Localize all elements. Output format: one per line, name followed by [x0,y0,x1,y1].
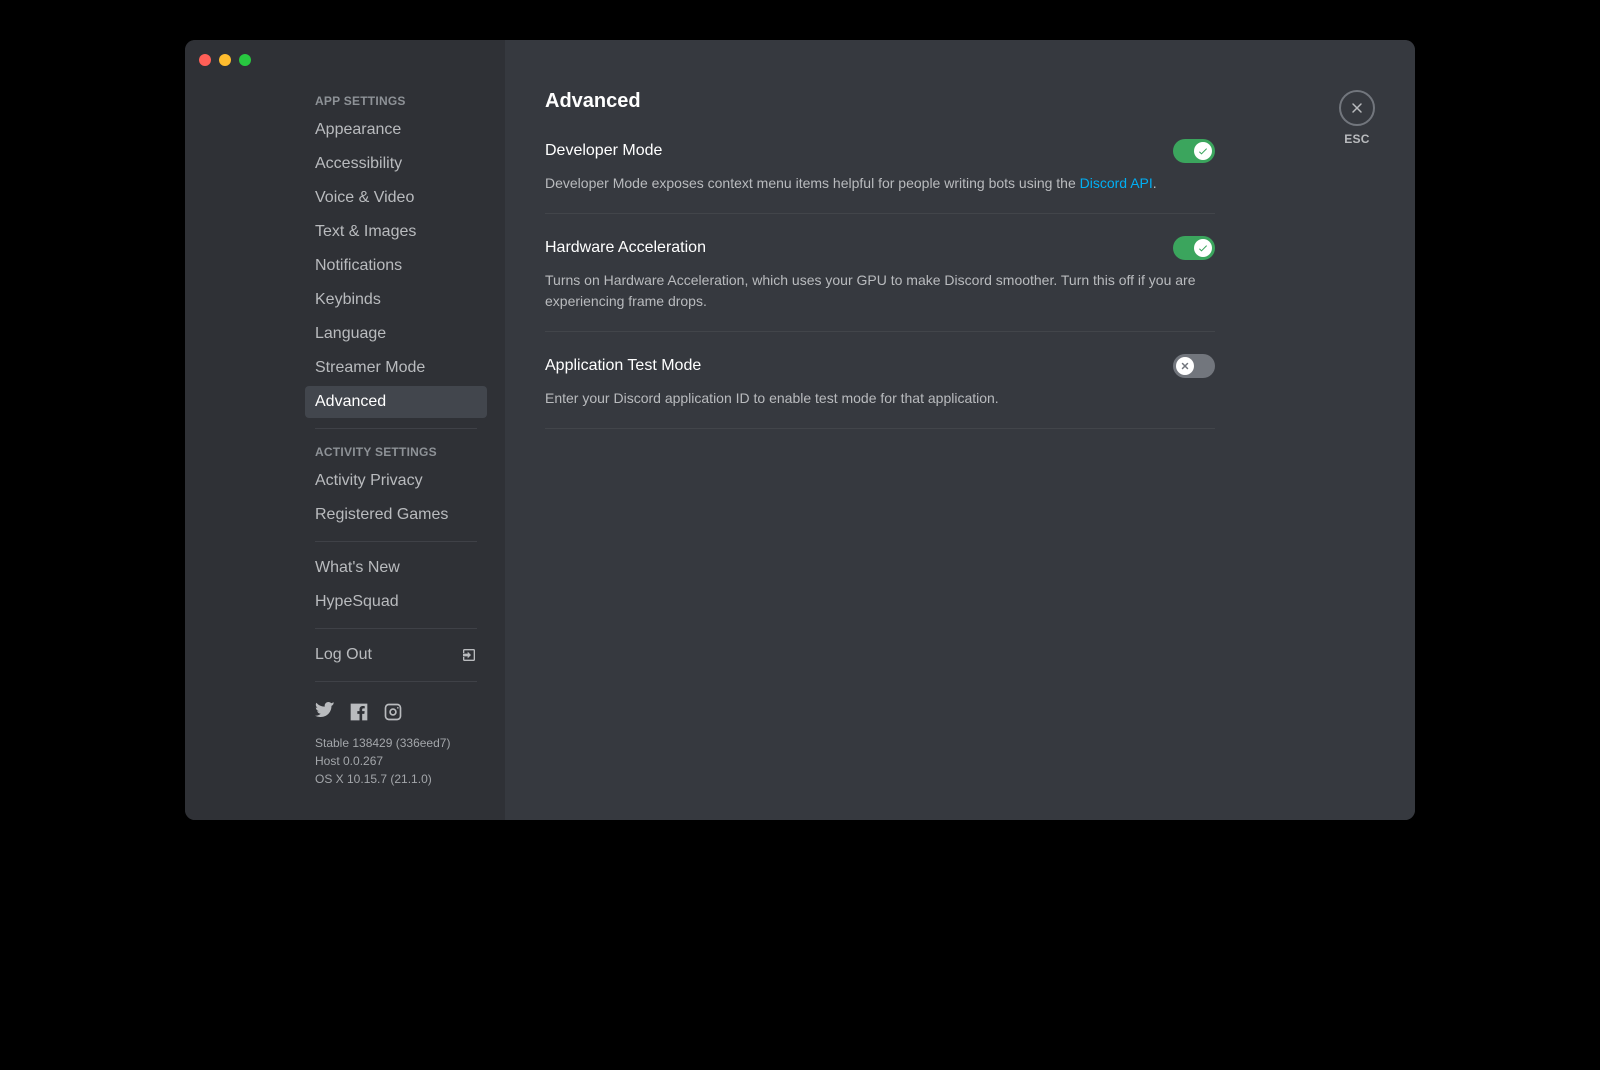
sidebar-item-appearance[interactable]: Appearance [305,114,487,146]
sidebar-item-logout[interactable]: Log Out [305,639,487,671]
setting-desc-application-test-mode: Enter your Discord application ID to ena… [545,388,1215,408]
sidebar-item-text-images[interactable]: Text & Images [305,216,487,248]
toggle-knob [1194,142,1212,160]
check-icon [1197,242,1209,254]
setting-developer-mode: Developer Mode Developer Mode exposes co… [545,139,1215,214]
sidebar-item-hypesquad[interactable]: HypeSquad [305,586,487,618]
sidebar-item-accessibility[interactable]: Accessibility [305,148,487,180]
version-build: Stable 138429 (336eed7) [315,734,477,752]
sidebar-item-registered-games[interactable]: Registered Games [305,499,487,531]
sidebar-item-advanced[interactable]: Advanced [305,386,487,418]
sidebar-divider [315,541,477,542]
sidebar-item-language[interactable]: Language [305,318,487,350]
sidebar-divider [315,681,477,682]
setting-application-test-mode: Application Test Mode Enter your Discord… [545,354,1215,429]
check-icon [1197,145,1209,157]
close-button[interactable] [1339,90,1375,126]
sidebar-item-voice-video[interactable]: Voice & Video [305,182,487,214]
version-info: Stable 138429 (336eed7) Host 0.0.267 OS … [305,726,487,788]
toggle-application-test-mode[interactable] [1173,354,1215,378]
toggle-knob [1194,239,1212,257]
twitter-icon[interactable] [315,702,335,722]
instagram-icon[interactable] [383,702,403,722]
x-icon [1179,360,1191,372]
version-os: OS X 10.15.7 (21.1.0) [315,770,477,788]
setting-title-application-test-mode: Application Test Mode [545,357,701,375]
settings-sidebar: APP SETTINGS Appearance Accessibility Vo… [185,40,505,820]
toggle-hardware-acceleration[interactable] [1173,236,1215,260]
esc-label: ESC [1344,132,1369,146]
version-host: Host 0.0.267 [315,752,477,770]
discord-api-link[interactable]: Discord API [1080,175,1153,191]
window-minimize-button[interactable] [219,54,231,66]
sidebar-item-keybinds[interactable]: Keybinds [305,284,487,316]
sidebar-divider [315,428,477,429]
sidebar-item-whats-new[interactable]: What's New [305,552,487,584]
setting-desc-developer-mode: Developer Mode exposes context menu item… [545,173,1215,193]
window-zoom-button[interactable] [239,54,251,66]
close-area: ESC [1339,90,1375,146]
page-title: Advanced [545,90,1215,113]
window-close-button[interactable] [199,54,211,66]
window-controls [199,54,251,66]
sidebar-section-app-settings: APP SETTINGS [305,88,487,114]
social-links [305,692,487,726]
sidebar-item-streamer-mode[interactable]: Streamer Mode [305,352,487,384]
sidebar-section-activity-settings: ACTIVITY SETTINGS [305,439,487,465]
toggle-knob [1176,357,1194,375]
sidebar-divider [315,628,477,629]
setting-title-hardware-acceleration: Hardware Acceleration [545,239,706,257]
sidebar-item-notifications[interactable]: Notifications [305,250,487,282]
settings-window: APP SETTINGS Appearance Accessibility Vo… [185,40,1415,820]
setting-desc-hardware-acceleration: Turns on Hardware Acceleration, which us… [545,270,1215,311]
sidebar-item-activity-privacy[interactable]: Activity Privacy [305,465,487,497]
setting-hardware-acceleration: Hardware Acceleration Turns on Hardware … [545,236,1215,332]
facebook-icon[interactable] [349,702,369,722]
close-icon [1349,100,1365,116]
logout-label: Log Out [315,646,372,664]
toggle-developer-mode[interactable] [1173,139,1215,163]
settings-content: ESC Advanced Developer Mode Developer Mo… [505,40,1415,820]
logout-icon [461,647,477,663]
setting-title-developer-mode: Developer Mode [545,142,662,160]
